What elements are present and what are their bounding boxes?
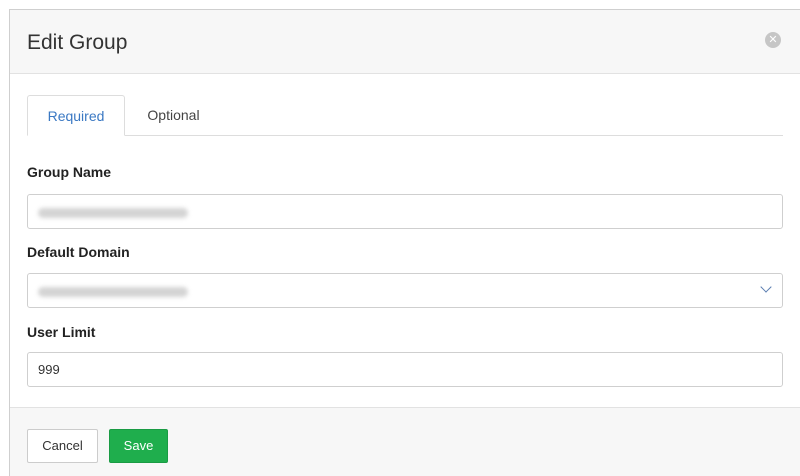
default-domain-value-redacted (38, 286, 188, 297)
default-domain-label: Default Domain (27, 244, 130, 260)
user-limit-input[interactable]: 999 (27, 352, 783, 387)
tab-required[interactable]: Required (27, 95, 125, 136)
dialog-header: Edit Group ✕ (10, 10, 800, 74)
group-name-input[interactable] (27, 194, 783, 229)
chevron-down-icon (760, 281, 772, 293)
group-name-value-redacted (38, 207, 188, 218)
edit-group-dialog: Edit Group ✕ Required Optional Group Nam… (9, 9, 800, 476)
default-domain-select[interactable] (27, 273, 783, 308)
tab-bar: Required Optional (27, 95, 783, 136)
close-icon[interactable]: ✕ (765, 32, 781, 48)
group-name-label: Group Name (27, 164, 112, 180)
cancel-button[interactable]: Cancel (27, 429, 98, 463)
tab-optional[interactable]: Optional (125, 95, 222, 135)
dialog-footer: Cancel Save (10, 407, 800, 476)
user-limit-label: User Limit (27, 324, 96, 340)
dialog-title: Edit Group (27, 31, 128, 54)
save-button[interactable]: Save (109, 429, 168, 463)
